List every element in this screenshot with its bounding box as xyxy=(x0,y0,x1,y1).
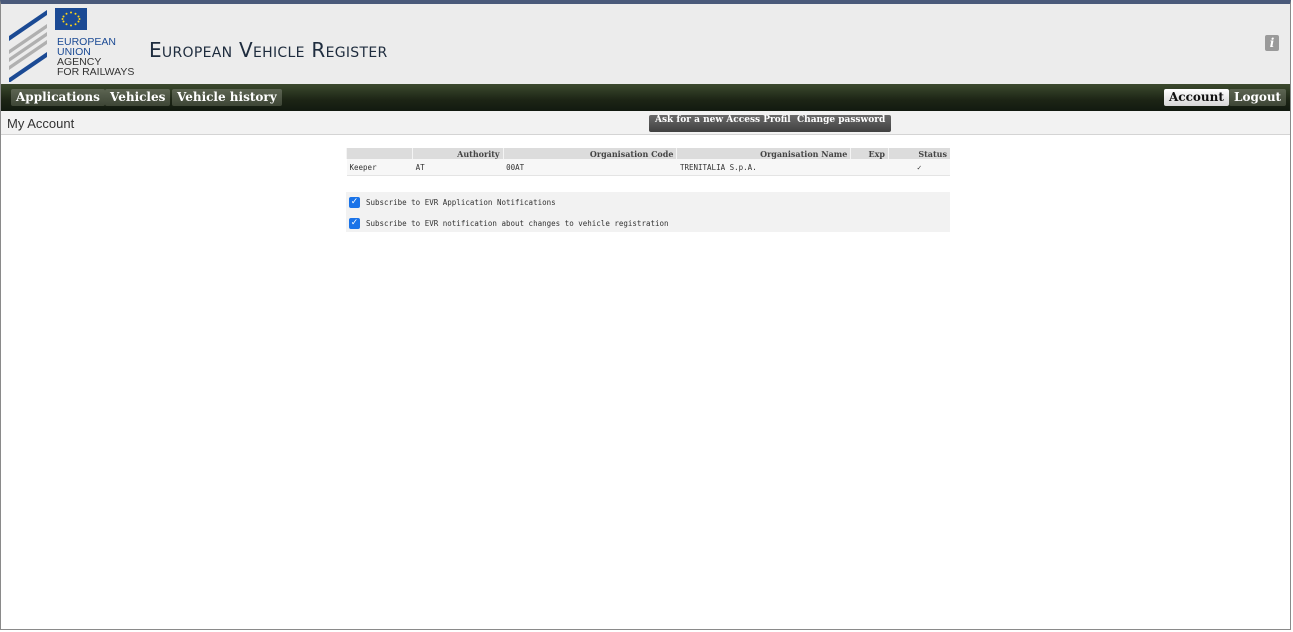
agency-line-4: FOR RAILWAYS xyxy=(57,66,135,78)
column-header-status: Status xyxy=(887,148,950,159)
access-profile-table: Authority Organisation Code Organisation… xyxy=(345,148,950,176)
nav-vehicle-history[interactable]: Vehicle history xyxy=(172,89,282,106)
page-title: My Account xyxy=(7,116,75,131)
cell-organisation-name: TRENITALIA S.p.A. xyxy=(676,159,851,176)
column-header-authority: Authority xyxy=(412,148,504,159)
checkbox-application-notifications[interactable]: ✓ xyxy=(349,196,360,208)
column-header-organisation-name: Organisation Name xyxy=(676,148,851,159)
change-password-button[interactable]: Change password xyxy=(791,115,892,132)
cell-authority: AT xyxy=(412,159,504,176)
ask-access-profile-button[interactable]: Ask for a new Access Profile xyxy=(649,115,803,132)
subscription-label: Subscribe to EVR notification about chan… xyxy=(366,218,669,228)
table-header-row: Authority Organisation Code Organisation… xyxy=(345,148,950,159)
nav-applications[interactable]: Applications xyxy=(11,89,105,106)
nav-logout[interactable]: Logout xyxy=(1229,89,1287,106)
header: EUROPEAN UNION AGENCY FOR RAILWAYS Europ… xyxy=(1,4,1290,84)
column-header xyxy=(345,148,413,159)
era-logo[interactable]: EUROPEAN UNION AGENCY FOR RAILWAYS xyxy=(7,6,137,82)
nav-vehicles[interactable]: Vehicles xyxy=(105,89,171,106)
subscription-row-vehicle-registration[interactable]: ✓ Subscribe to EVR notification about ch… xyxy=(349,216,669,230)
subscription-label: Subscribe to EVR Application Notificatio… xyxy=(366,197,556,207)
app-title: European Vehicle Register xyxy=(149,38,388,62)
subscription-row-application-notifications[interactable]: ✓ Subscribe to EVR Application Notificat… xyxy=(349,195,556,209)
column-header-exp: Exp xyxy=(850,148,889,159)
cell-exp xyxy=(850,159,889,176)
subscription-panel: ✓ Subscribe to EVR Application Notificat… xyxy=(346,192,950,232)
cell-organisation-code: 00AT xyxy=(503,159,677,176)
page-header-bar: My Account Ask for a new Access Profile … xyxy=(1,111,1290,135)
nav-account[interactable]: Account xyxy=(1164,89,1229,106)
cell-status-check-icon: ✓ xyxy=(888,159,950,176)
cell-role: Keeper xyxy=(346,159,413,176)
info-icon[interactable]: i xyxy=(1265,35,1279,51)
table-row: Keeper AT 00AT TRENITALIA S.p.A. ✓ xyxy=(346,159,950,176)
agency-name: EUROPEAN UNION AGENCY FOR RAILWAYS xyxy=(57,37,135,78)
nav-bar: Applications Vehicles Vehicle history Ac… xyxy=(1,84,1290,111)
column-header-organisation-code: Organisation Code xyxy=(502,148,677,159)
checkbox-vehicle-registration[interactable]: ✓ xyxy=(349,217,360,229)
